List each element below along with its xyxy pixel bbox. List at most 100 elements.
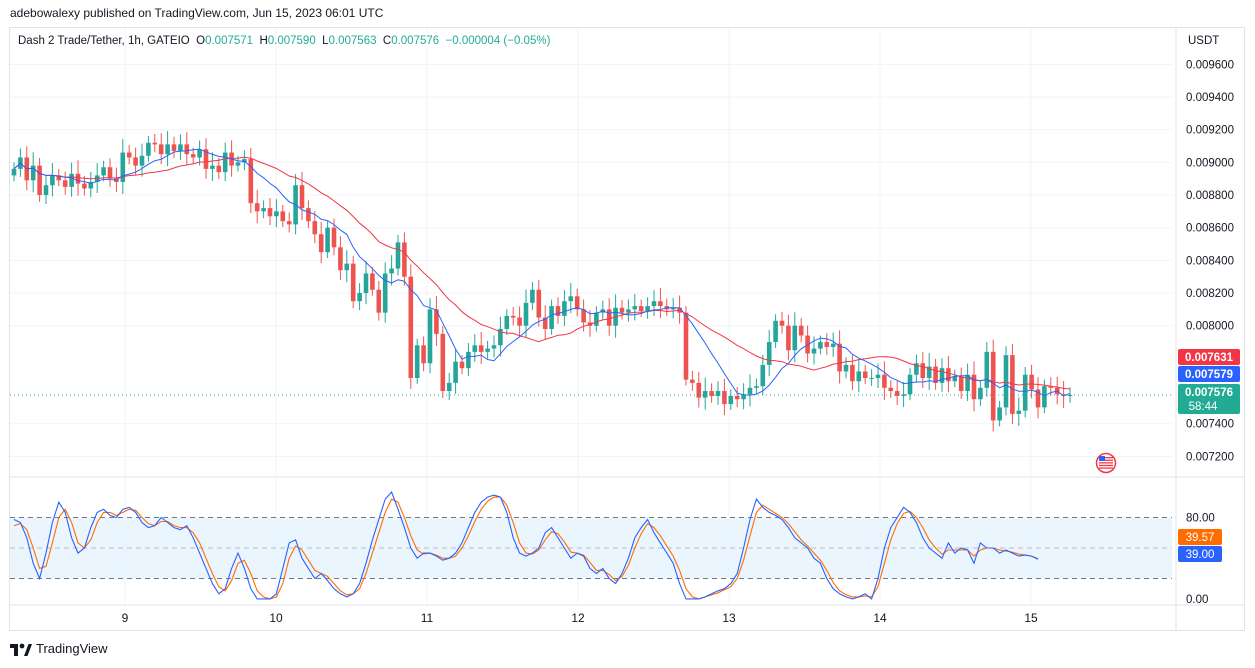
candle-body xyxy=(37,165,42,196)
candle-body xyxy=(990,351,996,421)
price-label-text: 0.007576 xyxy=(1185,387,1233,399)
candle-body xyxy=(888,387,894,392)
price-tick-label: 0.007400 xyxy=(1186,419,1234,431)
candle-body xyxy=(882,374,887,388)
candle-body xyxy=(325,227,330,253)
stoch-label-text: 39.57 xyxy=(1186,532,1215,544)
us-flag-icon xyxy=(1095,452,1117,474)
candle-body xyxy=(222,152,228,173)
legend-symbol[interactable]: Dash 2 Trade/Tether, 1h, GATEIO xyxy=(18,35,190,47)
stoch-tick-label: 80.00 xyxy=(1186,512,1215,524)
candle-body xyxy=(280,211,286,222)
candle-body xyxy=(517,317,522,326)
candle-body xyxy=(773,320,778,343)
candle-body xyxy=(754,386,759,388)
candle-body xyxy=(389,268,394,274)
flag-stripe xyxy=(1099,464,1113,467)
candle-body xyxy=(261,208,266,212)
tradingview-brand: TradingView xyxy=(36,641,108,656)
candle-body xyxy=(453,361,458,383)
candle-body xyxy=(152,142,158,145)
candle-body xyxy=(779,320,785,326)
candle-body xyxy=(1042,386,1047,408)
candle-body xyxy=(133,157,138,166)
candle-body xyxy=(619,307,625,313)
candle-body xyxy=(606,309,612,326)
legend-high-value: 0.007590 xyxy=(267,35,316,47)
flag-stripe xyxy=(1099,467,1113,469)
chart-canvas[interactable]: 9 10 11 12 13 14 15 USDT 0.009600 0.009400 0.00920… xyxy=(0,0,1255,668)
x-tick-label: 9 xyxy=(122,611,129,625)
candle-body xyxy=(734,395,740,400)
price-tick-label: 0.008600 xyxy=(1186,223,1234,235)
candle-body xyxy=(856,371,862,382)
candle-body xyxy=(210,165,215,169)
legend-close-label: C xyxy=(382,35,392,47)
candle-body xyxy=(555,306,561,316)
legend-low-value: 0.007563 xyxy=(328,35,377,47)
candle-body xyxy=(901,394,906,396)
candle-body xyxy=(690,379,695,383)
tradingview-footer[interactable]: TradingView xyxy=(10,641,108,656)
candle-body xyxy=(920,363,926,378)
candle-body xyxy=(43,185,49,196)
candle-body xyxy=(146,142,151,156)
candle-body xyxy=(478,345,484,352)
candle-body xyxy=(306,208,311,222)
candle-body xyxy=(958,376,964,392)
legend-high-label: H xyxy=(259,35,268,47)
candle-body xyxy=(798,325,804,336)
candle-body xyxy=(370,273,375,290)
candle-body xyxy=(978,387,983,400)
candle-body xyxy=(312,221,318,235)
candle-body xyxy=(466,351,471,369)
candle-body xyxy=(722,391,727,405)
candle-body xyxy=(843,364,849,372)
candle-body xyxy=(440,333,446,392)
candle-body xyxy=(862,371,868,378)
price-tick-label: 0.008800 xyxy=(1186,190,1234,202)
candle-body xyxy=(235,162,241,166)
candle-body xyxy=(568,296,574,302)
candle-body xyxy=(101,167,106,176)
candle-body xyxy=(357,293,362,302)
x-tick-label: 10 xyxy=(269,611,283,625)
candle-body xyxy=(459,361,465,369)
x-tick-label: 12 xyxy=(571,611,585,625)
candle-body xyxy=(402,242,407,277)
candle-body xyxy=(1003,355,1009,408)
candles-group xyxy=(11,130,1073,432)
candle-body xyxy=(702,391,708,398)
candle-body xyxy=(446,382,452,392)
flag-stripe xyxy=(1099,462,1113,464)
x-tick-label: 13 xyxy=(722,611,736,625)
price-tick-label: 0.007200 xyxy=(1186,451,1234,463)
candle-body xyxy=(818,342,823,349)
candle-body xyxy=(875,374,881,378)
ma-slow-line xyxy=(13,156,1071,390)
candle-body xyxy=(376,289,382,313)
price-label-text: 0.007631 xyxy=(1185,352,1234,364)
candle-body xyxy=(504,315,510,329)
price-label-text: 0.007579 xyxy=(1185,369,1233,381)
candle-body xyxy=(363,273,369,294)
stoch-label-text: 39.00 xyxy=(1186,549,1215,561)
candle-body xyxy=(318,234,324,253)
candle-body xyxy=(850,364,855,382)
candle-body xyxy=(997,407,1002,421)
candle-body xyxy=(869,377,874,379)
symbol-legend: Dash 2 Trade/Tether, 1h, GATEIO O0.00757… xyxy=(18,35,550,47)
candle-body xyxy=(178,144,183,151)
candle-body xyxy=(907,374,913,395)
candle-body xyxy=(1016,410,1022,414)
candle-body xyxy=(939,368,945,383)
legend-close-value: 0.007576 xyxy=(391,35,440,47)
candle-body xyxy=(1029,374,1034,390)
candle-body xyxy=(626,309,631,313)
candle-body xyxy=(824,342,830,347)
candle-body xyxy=(709,391,714,396)
x-tick-label: 11 xyxy=(421,611,434,625)
candle-body xyxy=(1022,374,1028,411)
candle-body xyxy=(594,312,599,326)
x-tick-label: 15 xyxy=(1024,611,1038,625)
